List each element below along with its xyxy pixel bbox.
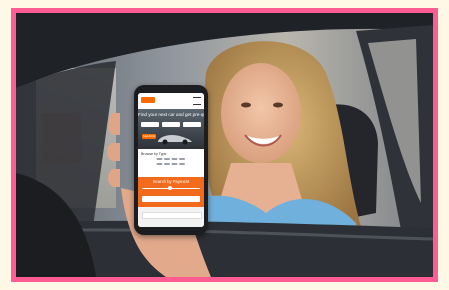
model-select	[162, 122, 180, 127]
photo: Find your next car and get pre-qual SEAR…	[11, 8, 438, 282]
search-button: SEARCH	[142, 134, 156, 139]
zip-input	[183, 122, 201, 127]
browse-by-type-label: Browse by Type	[141, 152, 167, 156]
footer-button	[142, 212, 202, 219]
car-image	[158, 135, 192, 145]
site-header	[138, 93, 204, 109]
smartphone: Find your next car and get pre-qual SEAR…	[134, 85, 208, 235]
make-select	[141, 122, 159, 127]
phone-screen: Find your next car and get pre-qual SEAR…	[138, 93, 204, 227]
payment-slider-knob	[168, 186, 172, 190]
payment-heading: Search by Payment	[152, 179, 190, 184]
logo-icon	[141, 97, 155, 103]
car-interior-scene	[16, 13, 433, 277]
hero-headline: Find your next car and get pre-qual	[138, 112, 204, 117]
car-type-icons	[156, 158, 185, 165]
payment-input	[142, 196, 200, 202]
menu-icon	[193, 97, 201, 105]
